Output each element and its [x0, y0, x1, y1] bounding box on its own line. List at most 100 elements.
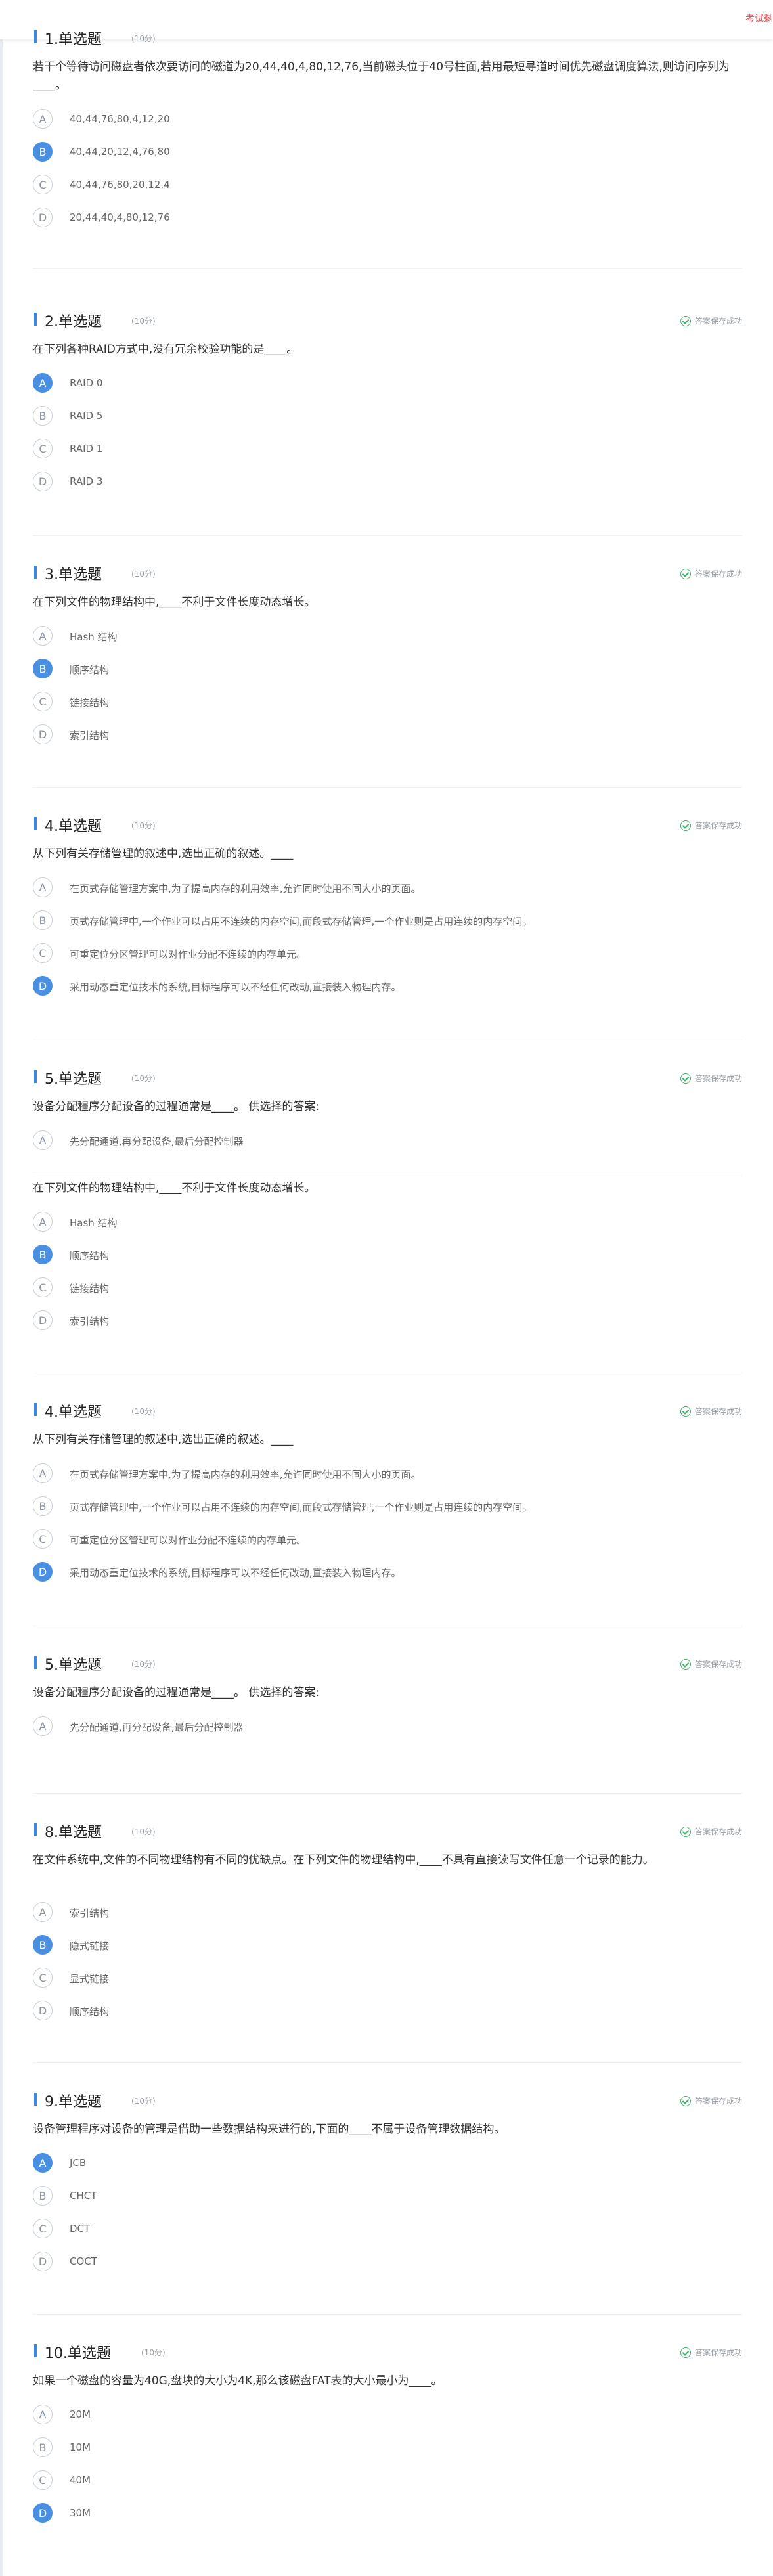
option-a[interactable]: A 20M: [33, 2399, 742, 2432]
option-letter-badge[interactable]: B: [33, 2437, 53, 2457]
option-b[interactable]: B 10M: [33, 2432, 742, 2465]
option-d[interactable]: D 30M: [33, 2498, 742, 2531]
option-b[interactable]: B 40,44,20,12,4,76,80: [33, 137, 742, 169]
option-letter-badge[interactable]: A: [33, 626, 53, 646]
option-letter-badge[interactable]: D: [33, 1562, 53, 1582]
option-c[interactable]: C 40M: [33, 2465, 742, 2498]
option-text: 链接结构: [70, 1283, 110, 1295]
option-letter-badge[interactable]: D: [33, 976, 53, 996]
option-b[interactable]: B CHCT: [33, 2181, 742, 2213]
question-accent-bar: [34, 566, 37, 579]
option-letter-badge[interactable]: A: [33, 2405, 53, 2424]
option-d[interactable]: D 采用动态重定位技术的系统,目标程序可以不经任何改动,直接装入物理内存。: [33, 1557, 742, 1589]
option-letter-badge[interactable]: D: [33, 1310, 53, 1330]
option-letter-badge[interactable]: C: [33, 2470, 53, 2490]
option-a[interactable]: A 先分配通道,再分配设备,最后分配控制器: [33, 1711, 742, 1744]
option-letter-badge[interactable]: B: [33, 659, 53, 678]
option-a[interactable]: A Hash 结构: [33, 621, 742, 654]
question-stem: 若干个等待访问磁盘者依次要访问的磁道为20,44,40,4,80,12,76,当…: [33, 60, 730, 92]
option-letter-badge[interactable]: D: [33, 2001, 53, 2020]
option-list: A 索引结构 B 隐式链接 C 显式链接 D 顺序结构: [33, 1897, 742, 2028]
option-letter-badge[interactable]: B: [33, 406, 53, 426]
option-c[interactable]: C 40,44,76,80,20,12,4: [33, 169, 742, 202]
option-letter-badge[interactable]: A: [33, 1212, 53, 1232]
option-a[interactable]: A Hash 结构: [33, 1207, 742, 1239]
option-letter-badge[interactable]: A: [33, 1130, 53, 1150]
question-score: (10分): [131, 317, 156, 326]
question-divider: [33, 2062, 742, 2063]
option-a[interactable]: A 在页式存储管理方案中,为了提高内存的利用效率,允许同时使用不同大小的页面。: [33, 1458, 742, 1491]
option-letter-badge[interactable]: B: [33, 142, 53, 162]
question-card: 10.单选题 (10分) 答案保存成功 如果一个磁盘的容量为40G,盘块的大小为4K,…: [33, 2340, 742, 2531]
option-d[interactable]: D 采用动态重定位技术的系统,目标程序可以不经任何改动,直接装入物理内存。: [33, 971, 742, 1004]
option-letter-badge[interactable]: D: [33, 724, 53, 744]
option-b[interactable]: B 页式存储管理中,一个作业可以占用不连续的内存空间,而段式存储管理,一个作业则是…: [33, 1491, 742, 1524]
option-letter-badge[interactable]: C: [33, 943, 53, 963]
option-d[interactable]: D 顺序结构: [33, 1995, 742, 2028]
option-letter-badge[interactable]: B: [33, 1935, 53, 1955]
option-letter-badge[interactable]: C: [33, 439, 53, 458]
option-d[interactable]: D 索引结构: [33, 1305, 742, 1338]
option-letter-badge[interactable]: A: [33, 1463, 53, 1483]
option-c[interactable]: C 可重定位分区管理可以对作业分配不连续的内存单元。: [33, 938, 742, 971]
option-c[interactable]: C 显式链接: [33, 1963, 742, 1995]
question-score: (10分): [131, 34, 156, 43]
option-a[interactable]: A 在页式存储管理方案中,为了提高内存的利用效率,允许同时使用不同大小的页面。: [33, 872, 742, 905]
option-a[interactable]: A 索引结构: [33, 1897, 742, 1930]
option-letter-badge[interactable]: B: [33, 1245, 53, 1264]
option-letter-badge[interactable]: D: [33, 208, 53, 227]
option-b[interactable]: B 顺序结构: [33, 654, 742, 686]
option-d[interactable]: D 索引结构: [33, 719, 742, 752]
option-a[interactable]: A JCB: [33, 2148, 742, 2181]
question-divider: [33, 535, 742, 536]
answer-saved-text: 答案保存成功: [694, 1827, 742, 1836]
option-a[interactable]: A 40,44,76,80,4,12,20: [33, 104, 742, 137]
question-stem: 在文件系统中,文件的不同物理结构有不同的优缺点。在下列文件的物理结构中,____…: [33, 1854, 654, 1867]
option-text: 10M: [70, 2441, 91, 2453]
option-letter-badge[interactable]: C: [33, 1277, 53, 1297]
option-d[interactable]: D COCT: [33, 2246, 742, 2279]
option-c[interactable]: C 可重定位分区管理可以对作业分配不连续的内存单元。: [33, 1524, 742, 1557]
option-letter-badge[interactable]: C: [33, 692, 53, 711]
option-letter-badge[interactable]: B: [33, 1496, 53, 1516]
option-letter-badge[interactable]: A: [33, 1902, 53, 1922]
question-stem: 从下列有关存储管理的叙述中,选出正确的叙述。____: [33, 1433, 294, 1446]
question-stem: 在下列文件的物理结构中,____不利于文件长度动态增长。: [33, 596, 316, 609]
option-text: 显式链接: [70, 1973, 110, 1985]
option-d[interactable]: D 20,44,40,4,80,12,76: [33, 202, 742, 235]
option-letter-badge[interactable]: A: [33, 2153, 53, 2173]
answer-saved-text: 答案保存成功: [694, 1407, 742, 1416]
option-text: RAID 3: [70, 476, 103, 487]
option-b[interactable]: B RAID 5: [33, 401, 742, 433]
exam-time-link[interactable]: 考试剩: [745, 12, 773, 25]
option-b[interactable]: B 顺序结构: [33, 1239, 742, 1272]
option-c[interactable]: C 链接结构: [33, 1272, 742, 1305]
option-list: A Hash 结构 B 顺序结构 C 链接结构 D 索引结构: [33, 621, 742, 752]
option-letter-badge[interactable]: C: [33, 1529, 53, 1549]
option-c[interactable]: C RAID 1: [33, 433, 742, 466]
option-c[interactable]: C 链接结构: [33, 686, 742, 719]
option-a[interactable]: A RAID 0: [33, 368, 742, 401]
question-title: 5.单选题: [45, 1071, 102, 1088]
option-letter-badge[interactable]: D: [33, 472, 53, 491]
option-b[interactable]: B 页式存储管理中,一个作业可以占用不连续的内存空间,而段式存储管理,一个作业则是…: [33, 905, 742, 938]
option-a[interactable]: A 先分配通道,再分配设备,最后分配控制器: [33, 1125, 742, 1158]
option-c[interactable]: C DCT: [33, 2213, 742, 2246]
option-letter-badge[interactable]: B: [33, 910, 53, 930]
option-letter-badge[interactable]: A: [33, 1716, 53, 1736]
option-letter-badge[interactable]: D: [33, 2503, 53, 2523]
option-letter-badge[interactable]: C: [33, 1968, 53, 1988]
option-letter-badge[interactable]: A: [33, 373, 53, 393]
option-letter-badge[interactable]: A: [33, 877, 53, 897]
answer-saved-text: 答案保存成功: [694, 1660, 742, 1669]
question-accent-bar: [34, 2344, 37, 2357]
option-letter-badge[interactable]: D: [33, 2252, 53, 2271]
option-letter-badge[interactable]: C: [33, 2219, 53, 2238]
option-letter-badge[interactable]: A: [33, 109, 53, 129]
option-d[interactable]: D RAID 3: [33, 466, 742, 499]
option-letter-badge[interactable]: C: [33, 175, 53, 194]
option-list: A 先分配通道,再分配设备,最后分配控制器: [33, 1125, 742, 1158]
option-letter-badge[interactable]: B: [33, 2186, 53, 2206]
option-b[interactable]: B 隐式链接: [33, 1930, 742, 1963]
question-card: 8.单选题 (10分) 答案保存成功 在文件系统中,文件的不同物理结构有不同的优缺点。…: [33, 1819, 742, 2028]
